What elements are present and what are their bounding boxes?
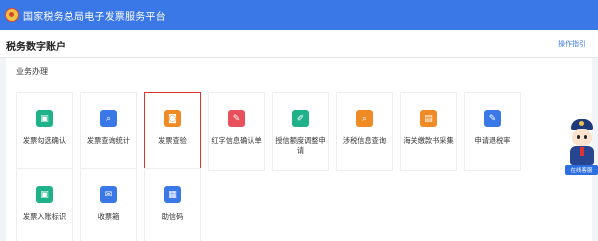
page-header: 税务数字账户 操作指引 (0, 30, 598, 58)
tile-credit-adjust[interactable]: ✐ 授信额度调整申请 (272, 92, 329, 171)
tile-invoice-verify[interactable]: ◙ 发票查验 (144, 92, 201, 171)
tile-label: 发票入账标识 (22, 212, 67, 221)
top-bar: 国家税务总局电子发票服务平台 (0, 0, 598, 30)
tile-label: 授信额度调整申请 (275, 136, 326, 155)
mascot-label: 在线客服 (565, 165, 598, 175)
tile-label: 发票勾选确认 (22, 136, 67, 145)
mascot-eye (584, 135, 587, 139)
credit-adjust-icon: ✐ (292, 110, 309, 127)
red-letter-icon: ✎ (228, 110, 245, 127)
tile-tax-info-query[interactable]: ⌕ 涉税信息查询 (336, 92, 393, 171)
qr-code-icon: ▦ (164, 186, 181, 203)
tax-info-icon: ⌕ (356, 110, 373, 127)
app-title: 国家税务总局电子发票服务平台 (23, 11, 166, 23)
mascot-badge-icon (579, 121, 584, 126)
check-select-icon: ▣ (36, 110, 53, 127)
refund-rate-icon: ✎ (484, 110, 501, 127)
tile-inbox[interactable]: ✉ 收票箱 (80, 168, 137, 241)
business-panel: 业务办理 ▣ 发票勾选确认 ⌕ 发票查询统计 ◙ 发票查验 ✎ 红字信息确认单 … (6, 58, 592, 241)
tile-customs-collect[interactable]: ▤ 海关缴款书采集 (400, 92, 457, 171)
tile-label: 收票箱 (97, 212, 120, 221)
help-guide-link[interactable]: 操作指引 (558, 39, 586, 49)
tile-label: 申请退税率 (474, 136, 511, 145)
tile-label: 发票查验 (158, 136, 187, 145)
search-stats-icon: ⌕ (100, 110, 117, 127)
inbox-icon: ✉ (100, 186, 117, 203)
tile-invoice-ledger-mark[interactable]: ▣ 发票入账标识 (16, 168, 73, 241)
tax-emblem-icon (5, 8, 19, 22)
tile-label: 涉税信息查询 (342, 136, 387, 145)
customer-service-mascot[interactable]: 在线客服 (565, 119, 598, 177)
tile-invoice-check-confirm[interactable]: ▣ 发票勾选确认 (16, 92, 73, 171)
mascot-face (572, 129, 592, 146)
tile-red-letter-confirm[interactable]: ✎ 红字信息确认单 (208, 92, 265, 171)
tile-credit-code[interactable]: ▦ 助信码 (144, 168, 201, 241)
tile-label: 发票查询统计 (86, 136, 131, 145)
tile-refund-rate[interactable]: ✎ 申请退税率 (464, 92, 521, 171)
ledger-mark-icon: ▣ (36, 186, 53, 203)
section-title: 业务办理 (16, 67, 48, 76)
customs-icon: ▤ (420, 110, 437, 127)
verify-icon: ◙ (164, 110, 181, 127)
page-title: 税务数字账户 (6, 42, 66, 53)
tile-label: 红字信息确认单 (211, 136, 262, 145)
tile-label: 助信码 (161, 212, 184, 221)
tile-invoice-query-stats[interactable]: ⌕ 发票查询统计 (80, 92, 137, 171)
mascot-tie (580, 147, 584, 156)
tile-label: 海关缴款书采集 (403, 136, 454, 145)
mascot-eye (577, 135, 580, 139)
